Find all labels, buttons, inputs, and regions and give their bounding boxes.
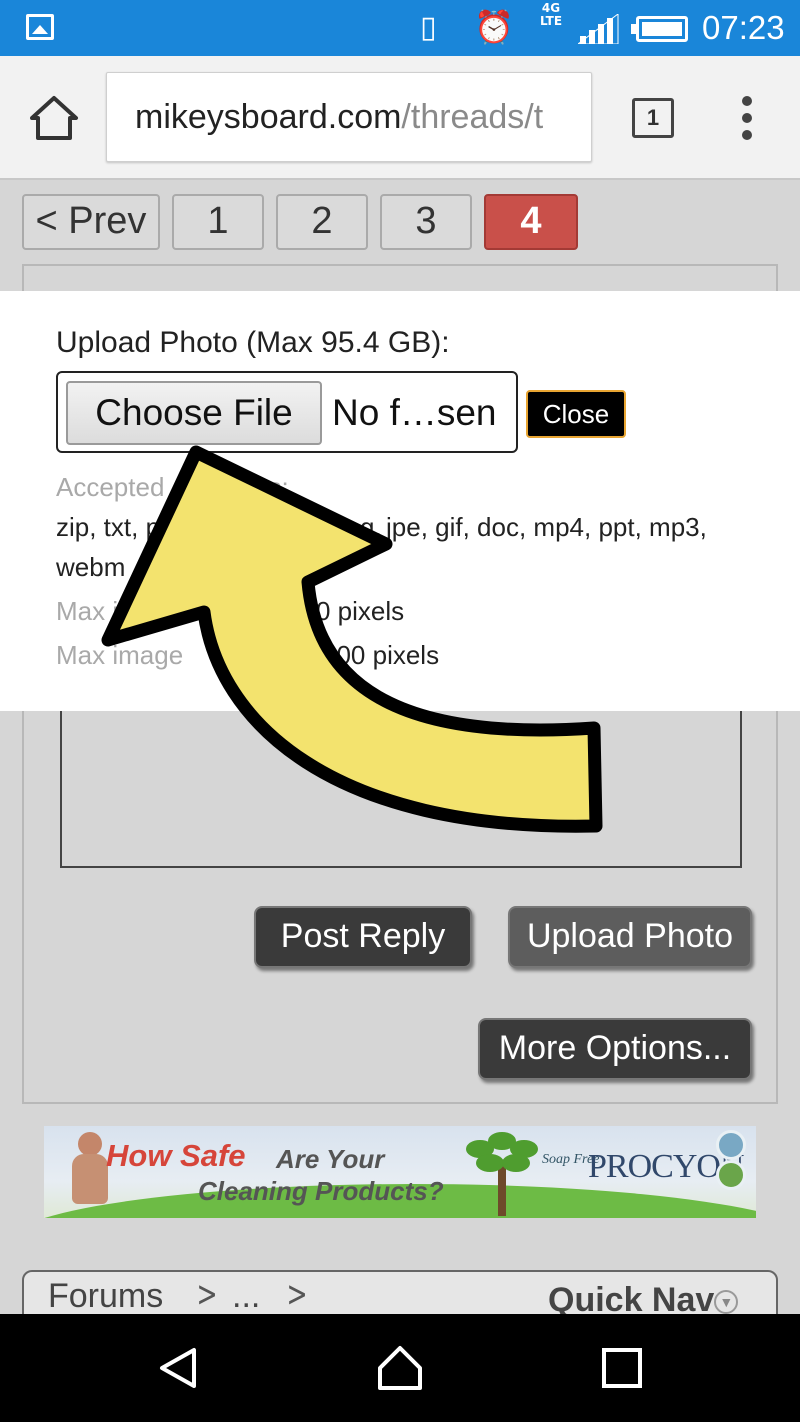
accepted-types-label-tail: es: [254, 472, 289, 502]
ad-tree-icon [462, 1130, 542, 1216]
tabs-icon[interactable]: 1 [632, 98, 674, 138]
clock: 07:23 [702, 9, 785, 46]
upload-photo-button[interactable]: Upload Photo [508, 906, 752, 968]
url-domain: mikeysboard.com [135, 98, 402, 136]
back-icon[interactable] [154, 1344, 202, 1392]
browser-toolbar: mikeysboard.com/threads/t 1 [0, 56, 800, 180]
battery-icon [631, 16, 688, 42]
alarm-icon: ⏰ [474, 8, 514, 46]
ad-headline-line2: Cleaning Products? [198, 1176, 444, 1206]
recents-icon[interactable] [598, 1344, 646, 1392]
prev-page-button[interactable]: < Prev [22, 194, 160, 250]
status-bar: ▯ ⏰ 4G LTE 07:23 [0, 0, 800, 56]
max-dimensions-value: 000 pixels [322, 640, 440, 670]
more-options-button[interactable]: More Options... [478, 1018, 752, 1080]
ad-headline-red: How Safe [106, 1138, 246, 1173]
breadcrumb-ellipsis[interactable]: ... [232, 1276, 260, 1316]
ad-badge-icon [716, 1130, 746, 1160]
home-icon[interactable] [376, 1344, 424, 1392]
ad-headline-line1: Are Your [276, 1144, 385, 1174]
url-path: /threads/t [401, 98, 544, 136]
accepted-types-fragment: g, [360, 512, 382, 542]
network-subtype: LTE [539, 14, 563, 28]
upload-dialog-title: Upload Photo (Max 95.4 GB): [56, 326, 450, 359]
file-status-text: No f…sen [332, 392, 497, 433]
post-reply-button[interactable]: Post Reply [254, 906, 472, 968]
page-1-button[interactable]: 1 [172, 194, 264, 250]
chevron-down-icon: ▼ [714, 1290, 739, 1315]
home-icon[interactable] [28, 94, 80, 142]
max-dimensions-label: Max image [56, 640, 184, 670]
breadcrumb-forums[interactable]: Forums [48, 1276, 163, 1316]
file-input[interactable]: Choose File No f…sen [56, 371, 518, 453]
accepted-types-label: Accepted [56, 472, 165, 502]
accepted-types-line2: webm [56, 552, 126, 582]
gallery-icon [26, 14, 54, 40]
max-size-label: Max i [56, 596, 119, 626]
overflow-menu-icon[interactable] [738, 96, 758, 140]
address-bar[interactable]: mikeysboard.com/threads/t [106, 72, 592, 162]
signal-icon [578, 14, 619, 44]
accepted-types-line1: zip, txt, p [56, 512, 161, 542]
page-3-button[interactable]: 3 [380, 194, 472, 250]
ad-banner[interactable]: How Safe Are Your Cleaning Products? Soa… [44, 1126, 756, 1218]
max-size-value: 0 pixels [316, 596, 405, 626]
page-2-button[interactable]: 2 [276, 194, 368, 250]
vibrate-icon: ▯ [420, 10, 437, 45]
chevron-right-icon: > [286, 1274, 308, 1315]
url-text: mikeysboard.com/threads/t [135, 97, 543, 137]
close-button[interactable]: Close [526, 390, 626, 438]
accepted-types-line1-end: jpe, gif, doc, mp4, ppt, mp3, [386, 512, 707, 542]
page-4-button[interactable]: 4 [484, 194, 578, 250]
network-indicator: 4G LTE [536, 2, 566, 28]
upload-photo-dialog: Upload Photo (Max 95.4 GB): Choose File … [0, 291, 800, 711]
choose-file-button[interactable]: Choose File [66, 381, 322, 445]
chevron-right-icon: > [196, 1274, 218, 1315]
system-nav-bar [0, 1314, 800, 1422]
reply-textarea[interactable] [60, 700, 742, 868]
ad-badge-icon [716, 1160, 746, 1190]
